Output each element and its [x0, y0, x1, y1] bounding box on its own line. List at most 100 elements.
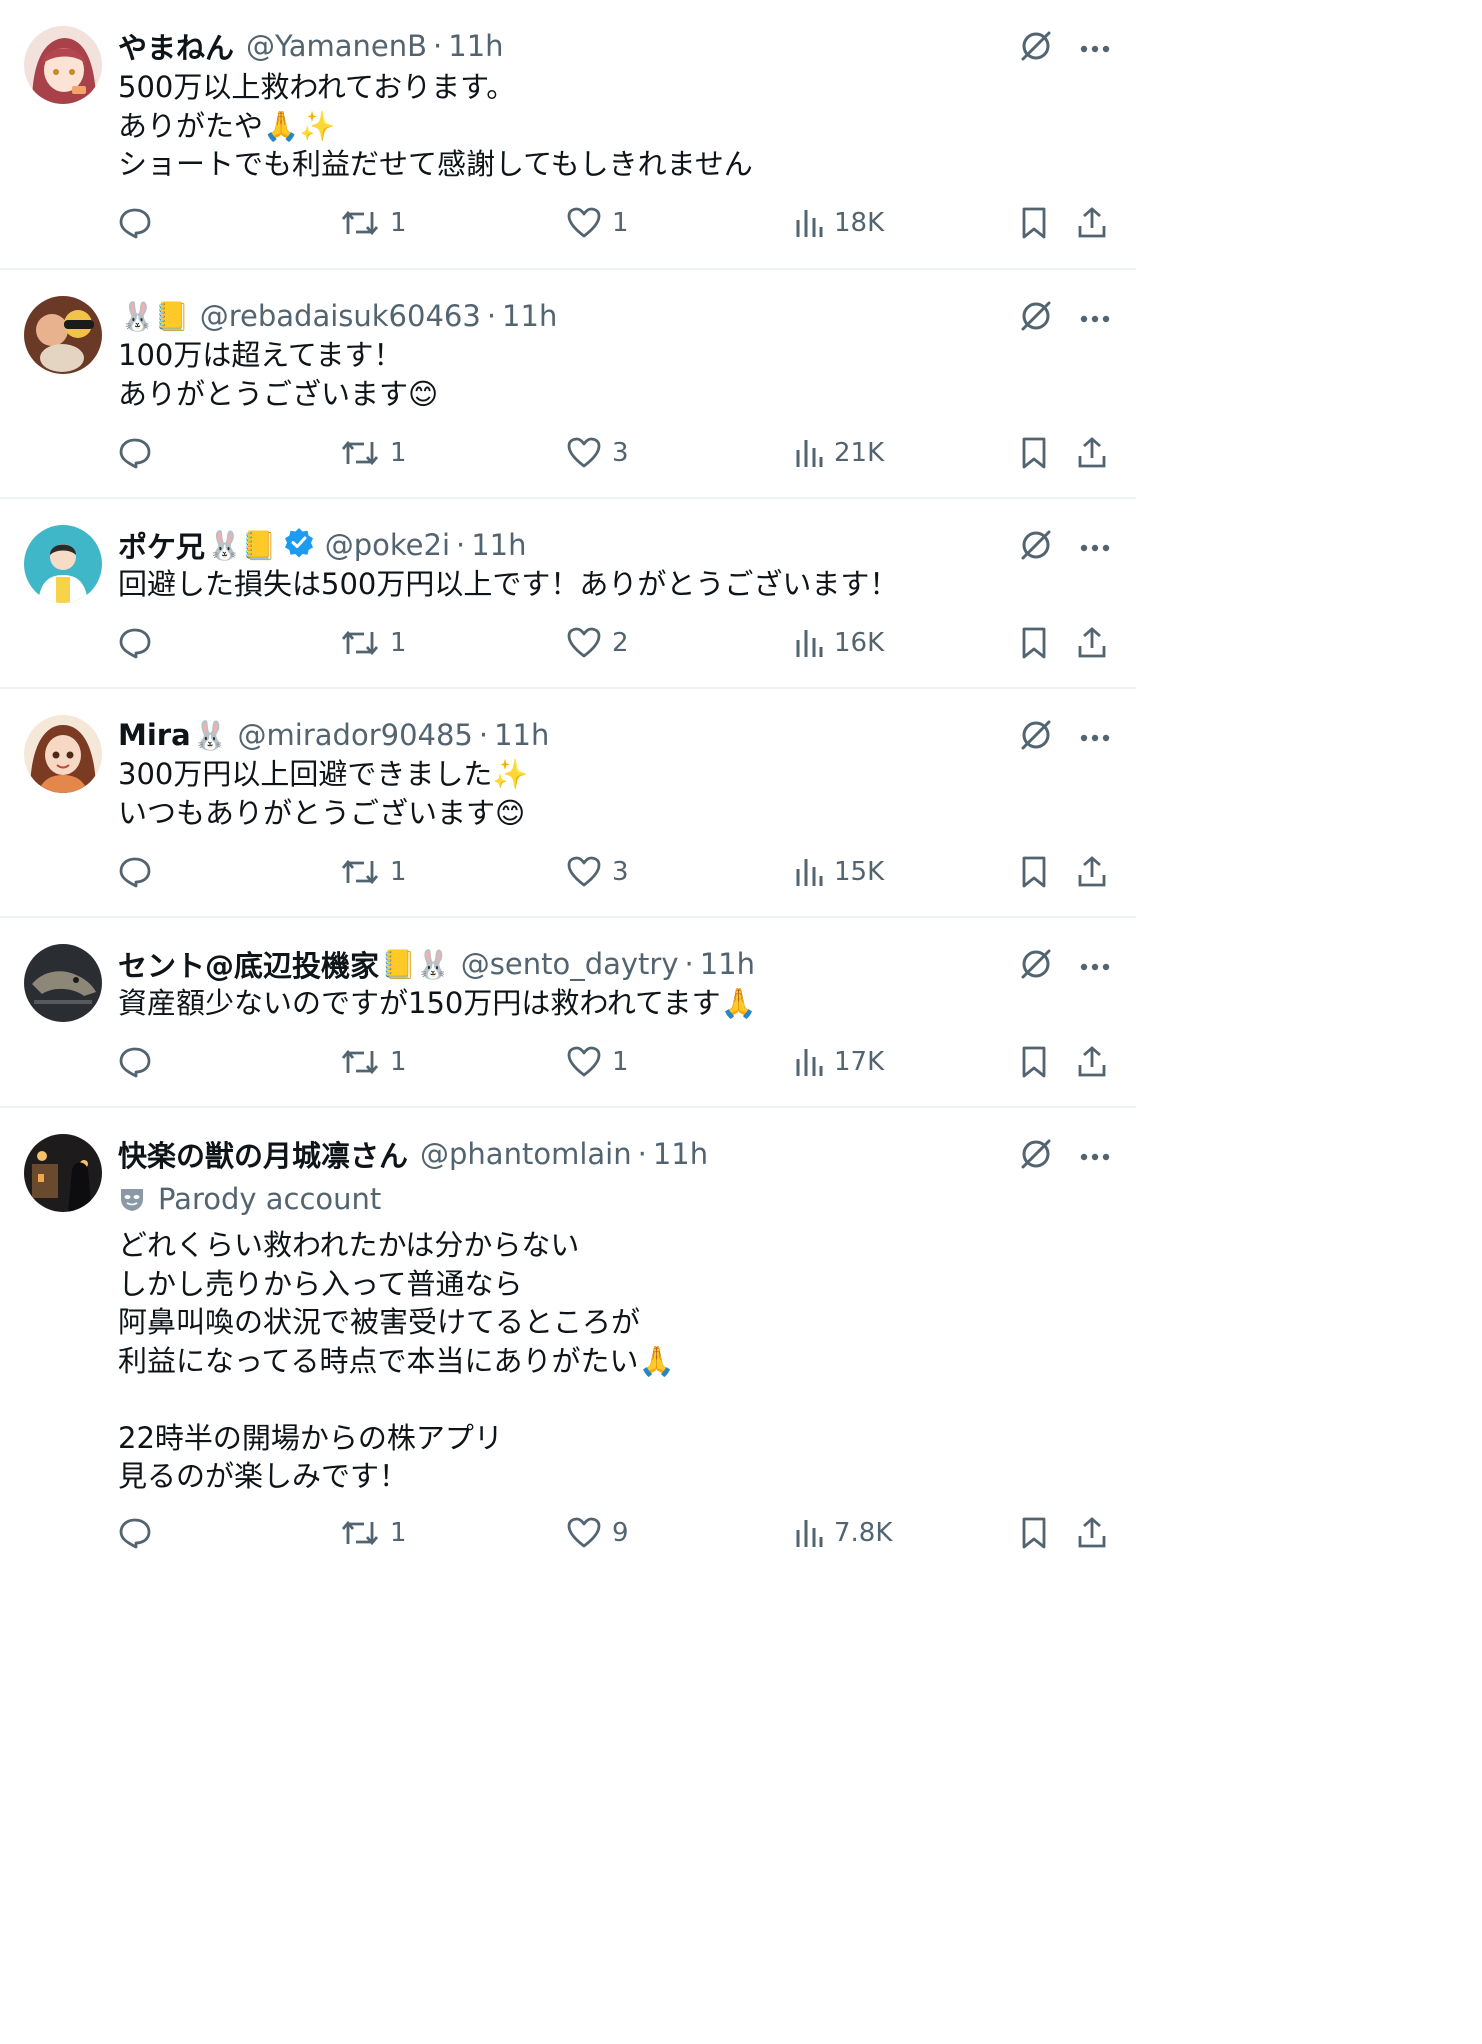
- grok-icon[interactable]: [1018, 1136, 1054, 1176]
- share-button[interactable]: [1076, 626, 1108, 660]
- grok-icon[interactable]: [1018, 28, 1054, 68]
- bookmark-button[interactable]: [1020, 626, 1048, 660]
- repost-button[interactable]: 1: [340, 206, 407, 240]
- more-icon[interactable]: [1080, 309, 1110, 328]
- post[interactable]: 🐰📒 @rebadaisuk60463 · 11h 100万は超えてます！ あり…: [0, 270, 1136, 499]
- views-icon: [796, 1049, 823, 1076]
- name-emojis: 🐰📒: [207, 528, 277, 562]
- reply-button[interactable]: [118, 1045, 162, 1079]
- grok-icon[interactable]: [1018, 527, 1054, 567]
- avatar[interactable]: [24, 715, 102, 793]
- views-button[interactable]: 16K: [794, 626, 884, 660]
- reply-button[interactable]: [118, 206, 162, 240]
- avatar[interactable]: [24, 525, 102, 603]
- display-name[interactable]: Mira: [118, 718, 191, 752]
- user-handle[interactable]: @mirador90485: [238, 718, 473, 752]
- display-name[interactable]: 快楽の獣の月城凛さん: [118, 1133, 408, 1175]
- display-name[interactable]: ポケ兄: [118, 524, 205, 566]
- like-count: 2: [612, 628, 629, 658]
- share-button[interactable]: [1076, 855, 1108, 889]
- user-handle[interactable]: @rebadaisuk60463: [200, 299, 481, 333]
- user-handle[interactable]: @poke2i: [325, 528, 450, 562]
- post[interactable]: やまねん @YamanenB · 11h 500万以上救われております。 ありが…: [0, 0, 1136, 270]
- views-button[interactable]: 7.8K: [794, 1516, 892, 1550]
- avatar[interactable]: [24, 296, 102, 374]
- post-time[interactable]: 11h: [700, 947, 755, 981]
- post[interactable]: セント@底辺投機家 📒🐰 @sento_daytry · 11h 資産額少ないの…: [0, 918, 1136, 1108]
- views-button[interactable]: 15K: [794, 855, 884, 889]
- repost-button[interactable]: 1: [340, 855, 407, 889]
- bookmark-icon: [1022, 1517, 1046, 1549]
- views-button[interactable]: 17K: [794, 1045, 884, 1079]
- like-button[interactable]: 1: [566, 1045, 629, 1079]
- reply-icon: [119, 857, 151, 888]
- post-text: 300万円以上回避できました✨ いつもありがとうございます😊: [118, 757, 529, 830]
- reply-button[interactable]: [118, 855, 162, 889]
- avatar[interactable]: [24, 26, 102, 104]
- post-text: どれくらい救われたかは分からない しかし売りから入って普通なら 阿鼻叫喚の状況で…: [118, 1228, 675, 1493]
- bookmark-button[interactable]: [1020, 436, 1048, 470]
- display-name[interactable]: やまねん: [118, 25, 234, 67]
- bookmark-button[interactable]: [1020, 1045, 1048, 1079]
- reply-icon: [119, 1047, 151, 1078]
- grok-icon[interactable]: [1018, 946, 1054, 986]
- post[interactable]: 快楽の獣の月城凛さん @phantomlain · 11h Parody acc…: [0, 1108, 1136, 1568]
- parody-label: Parody account: [118, 1182, 381, 1216]
- user-handle[interactable]: @YamanenB: [246, 29, 427, 63]
- post-top-icons: [1018, 28, 1110, 68]
- like-button[interactable]: 2: [566, 626, 629, 660]
- more-icon[interactable]: [1080, 957, 1110, 976]
- user-handle[interactable]: @sento_daytry: [461, 947, 679, 981]
- heart-icon: [567, 437, 601, 468]
- post-time[interactable]: 11h: [494, 718, 549, 752]
- bookmark-button[interactable]: [1020, 206, 1048, 240]
- repost-button[interactable]: 1: [340, 436, 407, 470]
- more-icon[interactable]: [1080, 39, 1110, 58]
- reply-button[interactable]: [118, 1516, 162, 1550]
- more-icon[interactable]: [1080, 538, 1110, 557]
- reply-button[interactable]: [118, 626, 162, 660]
- share-button[interactable]: [1076, 1516, 1108, 1550]
- post-actions: 1 3 21K: [0, 436, 1136, 476]
- views-count: 16K: [834, 628, 885, 658]
- bookmark-button[interactable]: [1020, 855, 1048, 889]
- repost-count: 1: [390, 438, 407, 468]
- avatar[interactable]: [24, 944, 102, 1022]
- share-button[interactable]: [1076, 1045, 1108, 1079]
- share-button[interactable]: [1076, 436, 1108, 470]
- post-text: 回避した損失は500万円以上です！ありがとうございます！: [118, 567, 899, 601]
- views-icon: [796, 859, 823, 886]
- post-time[interactable]: 11h: [448, 29, 503, 63]
- post[interactable]: ポケ兄 🐰📒 @poke2i · 11h 回避した損失は500万円以上です！あり…: [0, 499, 1136, 689]
- more-icon[interactable]: [1080, 1147, 1110, 1166]
- post[interactable]: Mira 🐰 @mirador90485 · 11h 300万円以上回避できまし…: [0, 689, 1136, 918]
- grok-icon[interactable]: [1018, 717, 1054, 757]
- repost-button[interactable]: 1: [340, 626, 407, 660]
- avatar[interactable]: [24, 1134, 102, 1212]
- repost-button[interactable]: 1: [340, 1516, 407, 1550]
- repost-button[interactable]: 1: [340, 1045, 407, 1079]
- user-handle[interactable]: @phantomlain: [420, 1137, 632, 1171]
- share-button[interactable]: [1076, 206, 1108, 240]
- views-count: 21K: [834, 438, 885, 468]
- post-top-icons: [1018, 527, 1110, 567]
- heart-icon: [567, 856, 601, 887]
- post-time[interactable]: 11h: [471, 528, 526, 562]
- display-name[interactable]: セント@底辺投機家: [118, 943, 379, 985]
- like-button[interactable]: 9: [566, 1516, 629, 1550]
- reply-button[interactable]: [118, 436, 162, 470]
- like-button[interactable]: 3: [566, 436, 629, 470]
- post-top-icons: [1018, 298, 1110, 338]
- like-button[interactable]: 1: [566, 206, 629, 240]
- views-count: 18K: [834, 208, 885, 238]
- grok-icon[interactable]: [1018, 298, 1054, 338]
- views-button[interactable]: 21K: [794, 436, 884, 470]
- post-time[interactable]: 11h: [653, 1137, 708, 1171]
- views-button[interactable]: 18K: [794, 206, 884, 240]
- like-button[interactable]: 3: [566, 855, 629, 889]
- like-count: 3: [612, 857, 629, 887]
- more-icon[interactable]: [1080, 728, 1110, 747]
- post-time[interactable]: 11h: [502, 299, 557, 333]
- post-actions: 1 2 16K: [0, 626, 1136, 666]
- bookmark-button[interactable]: [1020, 1516, 1048, 1550]
